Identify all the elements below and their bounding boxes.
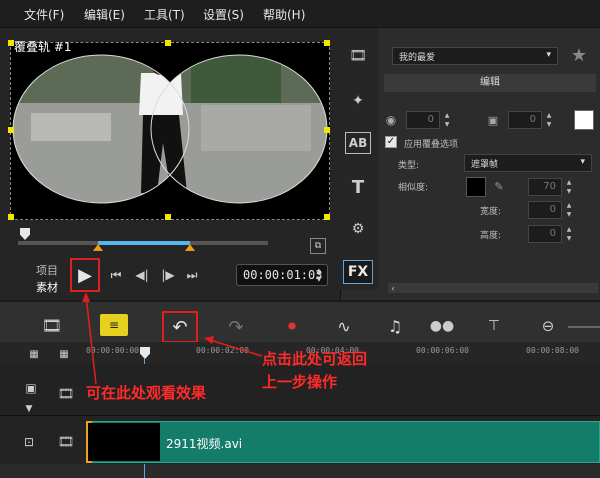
arrow-to-play-button: [85, 295, 97, 385]
annotation-arrows: [82, 292, 263, 385]
annotation-undo-note-2: 上一步操作: [262, 373, 338, 391]
arrow-head: [204, 336, 214, 344]
arrow-to-undo-button: [209, 339, 263, 357]
annotation-undo-note-1: 点击此处可返回: [262, 350, 368, 368]
annotation-play-note: 可在此处观看效果: [86, 384, 207, 402]
video-editor-window: 文件(F) 编辑(E) 工具(T) 设置(S) 帮助(H) 覆叠轨 #1 ⧉ 项…: [0, 0, 600, 478]
arrow-head: [82, 292, 90, 302]
